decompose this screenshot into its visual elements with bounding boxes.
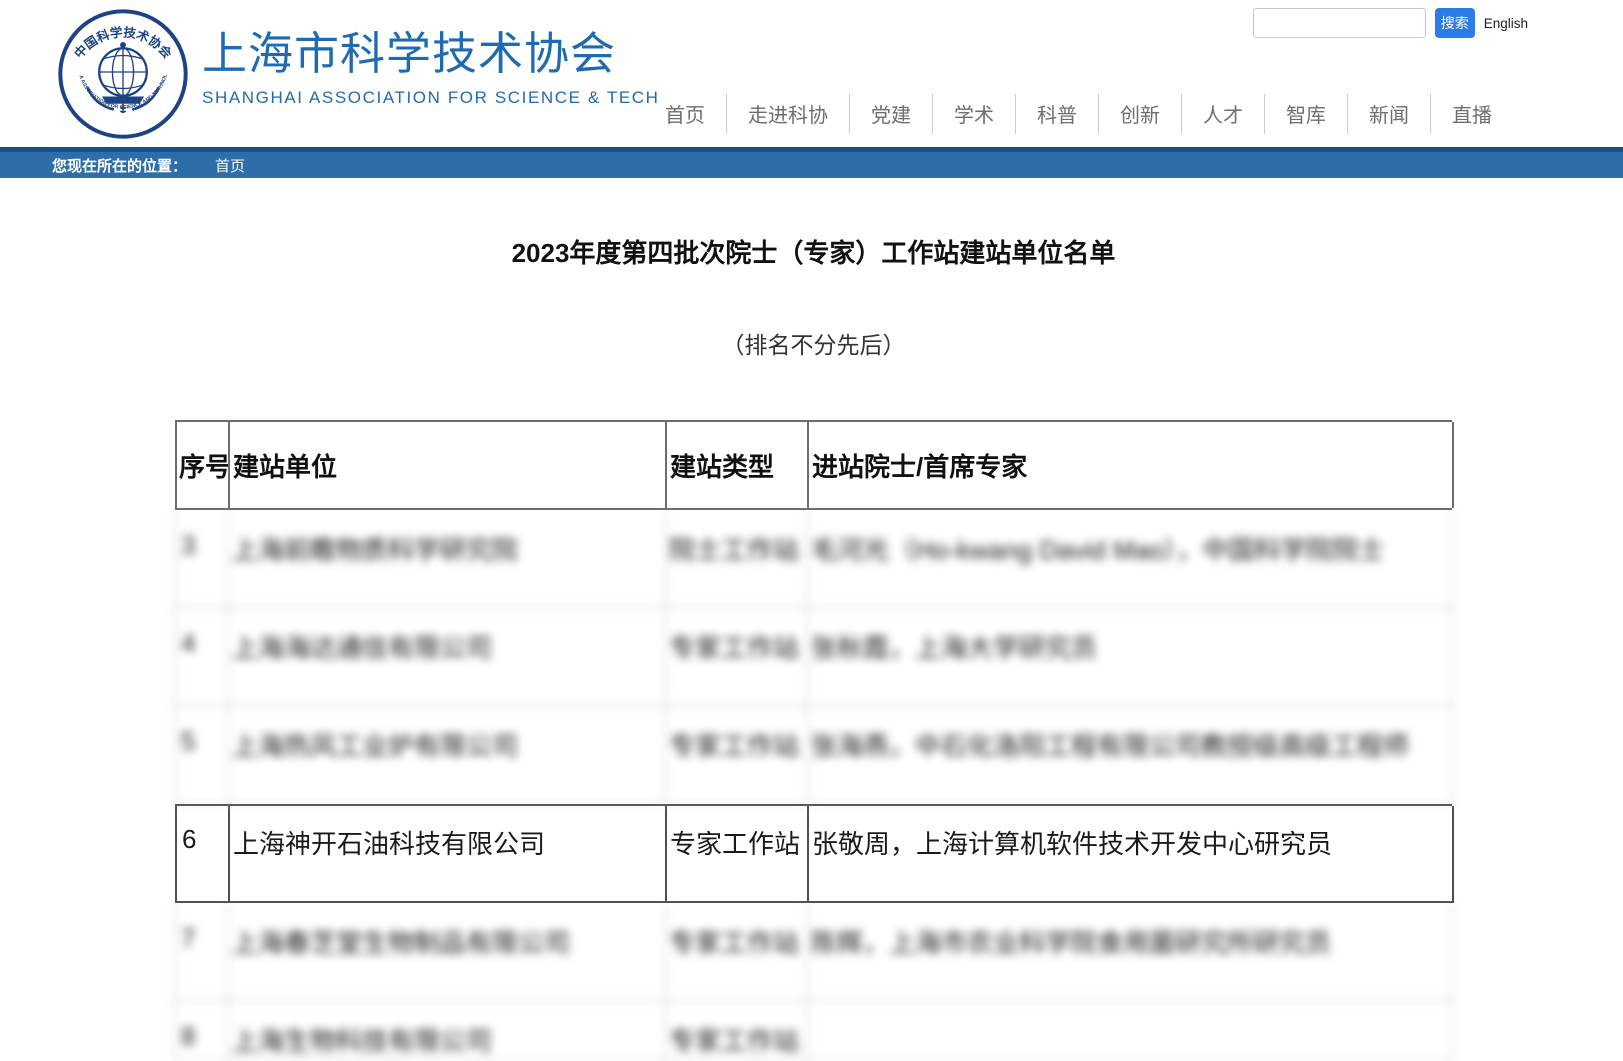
nav-item-thinktank[interactable]: 智库 [1265, 90, 1347, 137]
nav-item-innovation[interactable]: 创新 [1099, 90, 1181, 137]
search-area: 搜索 English [1253, 8, 1528, 38]
row-unit: 上海海达通信有限公司 [229, 608, 666, 706]
row-type: 专家工作站 [666, 903, 808, 1001]
row-no: 6 [177, 806, 230, 903]
row-no: 5 [176, 706, 229, 804]
row-type: 院士工作站 [666, 510, 808, 608]
workstation-table: 序号 建站单位 建站类型 进站院士/首席专家 3 上海前瞻物质科学研究院 院士工… [175, 420, 1452, 1061]
table-row-4-blurred: 4 上海海达通信有限公司 专家工作站 张秋霞，上海大学研究员 [175, 608, 1452, 706]
nav-item-about[interactable]: 走进科协 [727, 90, 849, 137]
row-type: 专家工作站 [666, 706, 808, 804]
column-header-expert: 进站院士/首席专家 [809, 422, 1454, 508]
row-no: 4 [176, 608, 229, 706]
breadcrumb: 您现在所在的位置： 首页 [0, 152, 1623, 178]
row-type: 专家工作站 [666, 608, 808, 706]
table-row-6: 6 上海神开石油科技有限公司 专家工作站 张敬周，上海计算机软件技术开发中心研究… [175, 804, 1452, 903]
breadcrumb-bar: 您现在所在的位置： 首页 [0, 147, 1623, 178]
row-unit: 上海前瞻物质科学研究院 [229, 510, 666, 608]
row-unit: 上海神开石油科技有限公司 [230, 806, 667, 903]
nav-item-party[interactable]: 党建 [850, 90, 932, 137]
table-row-5-blurred: 5 上海热风工业炉有限公司 专家工作站 张海燕，中石化洛阳工程有限公司教授级高级… [175, 706, 1452, 804]
nav-item-science-pop[interactable]: 科普 [1016, 90, 1098, 137]
column-header-no: 序号 [177, 422, 230, 508]
site-title-english: SHANGHAI ASSOCIATION FOR SCIENCE & TECH [202, 88, 660, 108]
main-navigation: 首页 走进科协 党建 学术 科普 创新 人才 智库 新闻 直播 [644, 90, 1513, 137]
page-title: 2023年度第四批次院士（专家）工作站建站单位名单 [175, 233, 1452, 270]
site-header: 中国科学技术协会 CHINA ASSOCIATION FOR SCIENCE A… [0, 0, 1623, 147]
breadcrumb-home-link[interactable]: 首页 [215, 155, 245, 176]
row-expert [808, 1001, 1453, 1061]
breadcrumb-prefix: 您现在所在的位置： [52, 155, 187, 176]
row-expert: 陈辉，上海市农业科学院食用菌研究所研究员 [808, 903, 1453, 1001]
search-button[interactable]: 搜索 [1435, 8, 1475, 38]
nav-item-home[interactable]: 首页 [644, 90, 726, 137]
row-type: 专家工作站 [667, 806, 809, 903]
table-header-row: 序号 建站单位 建站类型 进站院士/首席专家 [175, 420, 1452, 510]
row-unit: 上海春芝堂生物制品有限公司 [229, 903, 666, 1001]
cast-emblem-logo: 中国科学技术协会 CHINA ASSOCIATION FOR SCIENCE A… [56, 8, 190, 140]
row-unit: 上海热风工业炉有限公司 [229, 706, 666, 804]
site-brand: 上海市科学技术协会 SHANGHAI ASSOCIATION FOR SCIEN… [202, 28, 660, 108]
column-header-type: 建站类型 [667, 422, 809, 508]
nav-item-academic[interactable]: 学术 [933, 90, 1015, 137]
row-expert: 毛河光（Ho-kwang David Mao），中国科学院院士 [808, 510, 1453, 608]
row-type: 专家工作站 [666, 1001, 808, 1061]
nav-item-live[interactable]: 直播 [1431, 90, 1513, 137]
row-no: 3 [176, 510, 229, 608]
site-title: 上海市科学技术协会 [202, 28, 660, 80]
column-header-unit: 建站单位 [230, 422, 667, 508]
search-input[interactable] [1253, 8, 1426, 38]
table-row-8-blurred-cutoff: 8 上海生物科技有限公司 专家工作站 [175, 1001, 1452, 1061]
english-language-link[interactable]: English [1484, 16, 1528, 31]
row-unit: 上海生物科技有限公司 [229, 1001, 666, 1061]
row-expert: 张秋霞，上海大学研究员 [808, 608, 1453, 706]
row-no: 8 [176, 1001, 229, 1061]
row-expert: 张海燕，中石化洛阳工程有限公司教授级高级工程师 [808, 706, 1453, 804]
row-no: 7 [176, 903, 229, 1001]
nav-item-talent[interactable]: 人才 [1182, 90, 1264, 137]
table-row-3-blurred: 3 上海前瞻物质科学研究院 院士工作站 毛河光（Ho-kwang David M… [175, 510, 1452, 608]
row-expert: 张敬周，上海计算机软件技术开发中心研究员 [809, 806, 1454, 903]
nav-item-news[interactable]: 新闻 [1348, 90, 1430, 137]
table-row-7-blurred: 7 上海春芝堂生物制品有限公司 专家工作站 陈辉，上海市农业科学院食用菌研究所研… [175, 903, 1452, 1001]
page-subtitle: （排名不分先后） [175, 326, 1452, 360]
